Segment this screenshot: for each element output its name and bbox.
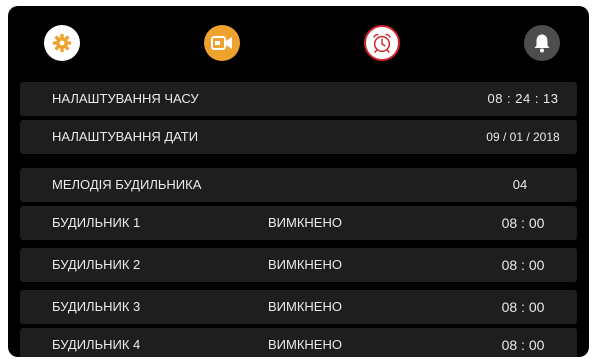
alarm-time[interactable]: 08 : 00 bbox=[478, 248, 568, 282]
alarm-time[interactable]: 08 : 00 bbox=[478, 328, 568, 357]
alarm-label: БУДИЛЬНИК 1 bbox=[52, 215, 141, 230]
melody-setting-label: МЕЛОДІЯ БУДИЛЬНИКА bbox=[52, 177, 202, 192]
alarm-status[interactable]: ВИМКНЕНО bbox=[268, 248, 342, 282]
date-setting-value[interactable]: 09 / 01 / 2018 bbox=[468, 120, 578, 154]
alarm-label: БУДИЛЬНИК 2 bbox=[52, 257, 141, 272]
alarm-clock-icon bbox=[373, 33, 391, 53]
video-button[interactable] bbox=[204, 25, 240, 61]
top-toolbar bbox=[8, 6, 589, 80]
alarm-row-4[interactable]: БУДИЛЬНИК 4 ВИМКНЕНО 08 : 00 bbox=[20, 328, 577, 357]
alarm-button[interactable] bbox=[364, 25, 400, 61]
time-setting-row[interactable]: НАЛАШТУВАННЯ ЧАСУ 08 : 24 : 13 bbox=[20, 82, 577, 116]
time-setting-value[interactable]: 08 : 24 : 13 bbox=[478, 82, 568, 116]
alarm-status[interactable]: ВИМКНЕНО bbox=[268, 290, 342, 324]
video-camera-icon bbox=[211, 36, 232, 50]
date-setting-label: НАЛАШТУВАННЯ ДАТИ bbox=[52, 129, 199, 144]
date-setting-row[interactable]: НАЛАШТУВАННЯ ДАТИ 09 / 01 / 2018 bbox=[20, 120, 577, 154]
bell-button[interactable] bbox=[524, 25, 560, 61]
alarm-row-1[interactable]: БУДИЛЬНИК 1 ВИМКНЕНО 08 : 00 bbox=[20, 206, 577, 240]
alarm-label: БУДИЛЬНИК 3 bbox=[52, 299, 141, 314]
alarm-time[interactable]: 08 : 00 bbox=[478, 206, 568, 240]
alarm-status[interactable]: ВИМКНЕНО bbox=[268, 206, 342, 240]
device-screen: НАЛАШТУВАННЯ ЧАСУ 08 : 24 : 13 НАЛАШТУВА… bbox=[8, 6, 589, 357]
settings-button[interactable] bbox=[44, 25, 80, 61]
bell-icon bbox=[534, 34, 550, 53]
melody-setting-row[interactable]: МЕЛОДІЯ БУДИЛЬНИКА 04 bbox=[20, 168, 577, 202]
alarm-status[interactable]: ВИМКНЕНО bbox=[268, 328, 342, 357]
melody-setting-value[interactable]: 04 bbox=[490, 168, 550, 202]
alarm-row-2[interactable]: БУДИЛЬНИК 2 ВИМКНЕНО 08 : 00 bbox=[20, 248, 577, 282]
gear-icon bbox=[52, 33, 72, 53]
alarm-row-3[interactable]: БУДИЛЬНИК 3 ВИМКНЕНО 08 : 00 bbox=[20, 290, 577, 324]
time-setting-label: НАЛАШТУВАННЯ ЧАСУ bbox=[52, 91, 199, 106]
alarm-time[interactable]: 08 : 00 bbox=[478, 290, 568, 324]
alarm-label: БУДИЛЬНИК 4 bbox=[52, 337, 141, 352]
